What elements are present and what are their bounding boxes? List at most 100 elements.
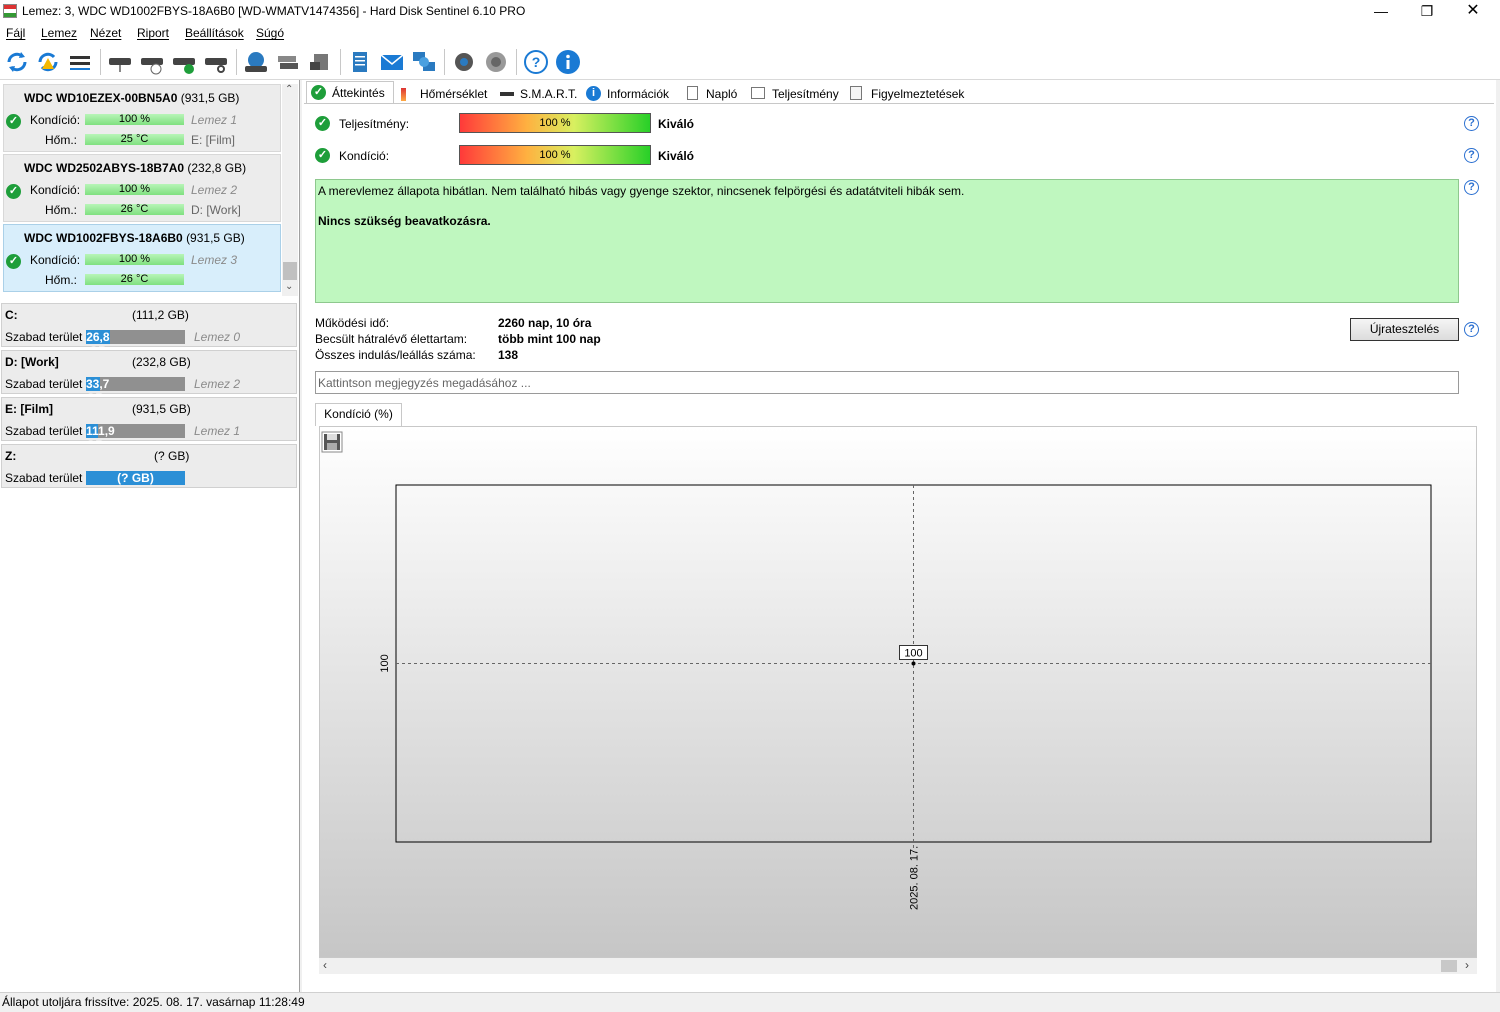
alerts-icon (850, 86, 862, 100)
condition-bar: 100 % (459, 145, 651, 165)
toolbar-separator (236, 49, 237, 75)
volume-panel-e[interactable]: E: [Film] (931,5 GB) Szabad terület 111,… (1, 397, 297, 452)
toolbar: ? (0, 43, 1500, 80)
chart-tab-condition[interactable]: Kondíció (%) (315, 403, 402, 426)
condition-chart: 100 100 2025. 08. 17. (379, 484, 1432, 910)
note-input[interactable]: Kattintson megjegyzés megadásához ... (315, 371, 1459, 394)
tab-label: Hőmérséklet (420, 87, 488, 101)
tab-overview[interactable]: ✓ Áttekintés (306, 81, 394, 103)
menu-settings[interactable]: Beállítások (185, 26, 244, 40)
volume-size: (111,2 GB) (132, 308, 189, 322)
partition-label: E: [Film] (191, 133, 235, 147)
document-icon (687, 86, 698, 100)
scrollbar-thumb[interactable] (283, 262, 297, 280)
last-update-text: Állapot utoljára frissítve: 2025. 08. 17… (2, 995, 305, 1009)
tab-label: Áttekintés (332, 86, 385, 100)
disk-icon[interactable] (106, 48, 134, 76)
condition-bar: 100 % (85, 184, 184, 195)
title-bar: Lemez: 3, WDC WD1002FBYS-18A6B0 [WD-WMAT… (0, 0, 1500, 23)
email-icon[interactable] (378, 48, 406, 76)
menu-report[interactable]: Riport (137, 26, 169, 40)
disk-search-icon[interactable] (202, 48, 230, 76)
disk-list-icon[interactable] (66, 48, 94, 76)
menu-view[interactable]: Nézet (90, 26, 121, 40)
disk-name: WDC WD10EZEX-00BN5A0 (931,5 GB) (24, 91, 240, 105)
help-icon[interactable]: ? (1464, 148, 1479, 163)
disk-number: Lemez 3 (191, 253, 238, 267)
free-space-fill: 33,7 GB (86, 377, 110, 405)
scroll-up-icon[interactable]: ⌃ (285, 84, 293, 95)
menu-file[interactable]: Fájl (6, 26, 25, 40)
chart-horizontal-scrollbar[interactable]: ‹ › (319, 958, 1477, 974)
free-space-bar: 111,9 GB (86, 424, 185, 452)
ok-check-icon: ✓ (6, 114, 21, 129)
disk-schedule-icon[interactable] (138, 48, 166, 76)
free-space-label: Szabad terület (5, 471, 83, 485)
free-space-bar: 33,7 GB (86, 377, 185, 405)
network-icon[interactable] (410, 48, 438, 76)
temperature-bar: 26 °C (85, 274, 184, 285)
scroll-down-icon[interactable]: ⌄ (285, 281, 293, 292)
disk-list-scrollbar[interactable]: ⌃ ⌄ (282, 84, 298, 296)
tab-label: S.M.A.R.T. (520, 87, 578, 101)
data-point (911, 661, 916, 666)
status-message: A merevlemez állapota hibátlan. Nem talá… (318, 184, 965, 198)
refresh-warning-icon[interactable] (34, 48, 62, 76)
tab-label: Teljesítmény (772, 87, 839, 101)
chart-icon (751, 87, 765, 99)
network-disk-icon[interactable] (242, 48, 270, 76)
volume-disk: Lemez 0 (194, 330, 241, 344)
scroll-left-icon[interactable]: ‹ (323, 958, 327, 972)
scroll-right-icon[interactable]: › (1465, 958, 1469, 972)
sound-icon[interactable] (482, 48, 510, 76)
lifetime-label: Becsült hátralévő élettartam: (315, 332, 468, 346)
disk-icon (500, 92, 514, 96)
disk-panel-1[interactable]: WDC WD10EZEX-00BN5A0 (931,5 GB) ✓ Kondíc… (3, 84, 281, 152)
volume-size: (? GB) (154, 449, 190, 463)
condition-label: Kondíció: (30, 253, 81, 267)
gear-icon[interactable] (450, 48, 478, 76)
retest-button[interactable]: Újratesztelés (1350, 318, 1459, 341)
disk-name: WDC WD2502ABYS-18B7A0 (232,8 GB) (24, 161, 247, 175)
disk-check-icon[interactable] (170, 48, 198, 76)
close-button[interactable]: ✕ (1450, 0, 1496, 23)
help-icon[interactable]: ? (1464, 322, 1479, 337)
app-icon (3, 4, 17, 18)
minimize-button[interactable]: — (1358, 0, 1404, 23)
toolbar-separator (100, 49, 101, 75)
window-title: Lemez: 3, WDC WD1002FBYS-18A6B0 [WD-WMAT… (22, 4, 526, 18)
help-icon[interactable]: ? (1464, 116, 1479, 131)
menu-disk[interactable]: Lemez (41, 26, 77, 40)
info-icon: i (586, 86, 601, 101)
free-space-bar: 26,8 GB (86, 330, 185, 358)
disk-panel-3[interactable]: WDC WD1002FBYS-18A6B0 (931,5 GB) ✓ Kondí… (3, 224, 281, 292)
volume-panel-c[interactable]: C: (111,2 GB) Szabad terület 26,8 GB Lem… (1, 303, 297, 358)
y-tick-label: 100 (379, 654, 391, 672)
free-space-label: Szabad terület (5, 330, 83, 344)
volume-panel-d[interactable]: D: [Work] (232,8 GB) Szabad terület 33,7… (1, 350, 297, 405)
disk-stack-icon[interactable] (274, 48, 302, 76)
condition-label: Kondíció: (30, 113, 81, 127)
volume-panel-z[interactable]: Z: (? GB) Szabad terület (? GB) (1, 444, 297, 488)
condition-bar: 100 % (85, 254, 184, 265)
help-icon[interactable]: ? (1464, 180, 1479, 195)
restore-button[interactable]: ❐ (1404, 0, 1450, 23)
disk-usb-icon[interactable] (306, 48, 334, 76)
condition-bar: 100 % (85, 114, 184, 125)
disk-panel-2[interactable]: WDC WD2502ABYS-18B7A0 (232,8 GB) ✓ Kondí… (3, 154, 281, 222)
ok-check-icon: ✓ (6, 254, 21, 269)
help-icon[interactable]: ? (522, 48, 550, 76)
refresh-icon[interactable] (3, 48, 31, 76)
ok-check-icon: ✓ (311, 85, 326, 100)
uptime-label: Működési idő: (315, 316, 390, 330)
menu-help[interactable]: Súgó (256, 26, 284, 40)
temperature-label: Hőm.: (45, 203, 78, 217)
info-icon[interactable] (554, 48, 582, 76)
report-icon[interactable] (346, 48, 374, 76)
svg-text:?: ? (532, 54, 541, 70)
disk-number: Lemez 1 (191, 113, 238, 127)
scrollbar-thumb[interactable] (1441, 960, 1457, 972)
ok-check-icon: ✓ (315, 148, 330, 163)
tab-label: Napló (706, 87, 738, 101)
chart-area: 100 100 2025. 08. 17. (319, 426, 1477, 958)
